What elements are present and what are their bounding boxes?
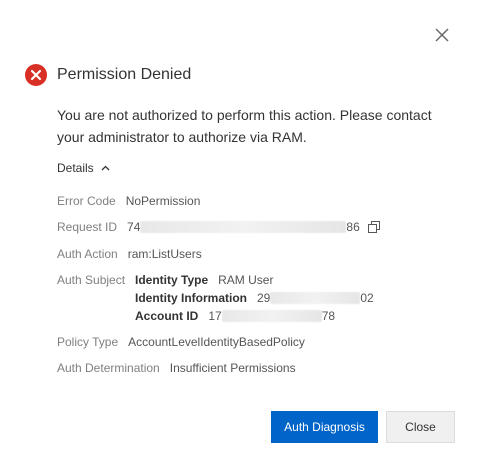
dialog-message: You are not authorized to perform this a… (57, 107, 432, 145)
policy-type-row: Policy Type AccountLevelIdentityBasedPol… (57, 333, 305, 351)
identity-information-redacted (270, 292, 361, 304)
policy-type-label: Policy Type (57, 335, 119, 349)
request-id-redacted (140, 221, 347, 233)
close-icon[interactable] (433, 26, 451, 44)
auth-diagnosis-button[interactable]: Auth Diagnosis (271, 411, 378, 443)
copy-icon[interactable] (367, 221, 380, 233)
identity-type-row: Identity Type RAM User (135, 271, 273, 289)
auth-determination-row: Auth Determination Insufficient Permissi… (57, 359, 296, 377)
error-icon (25, 64, 47, 86)
account-id-prefix: 17 (208, 309, 222, 323)
error-code-value: NoPermission (125, 194, 201, 208)
auth-determination-value: Insufficient Permissions (169, 361, 296, 375)
auth-subject-row: Auth Subject (57, 271, 135, 289)
details-toggle[interactable]: Details (57, 161, 110, 175)
auth-subject-label: Auth Subject (57, 273, 126, 287)
request-id-label: Request ID (57, 220, 118, 234)
auth-action-value: ram:ListUsers (127, 247, 202, 261)
auth-action-label: Auth Action (57, 247, 118, 261)
close-button[interactable]: Close (386, 411, 455, 443)
dialog-header: Permission Denied (25, 64, 191, 86)
dialog-title: Permission Denied (57, 66, 192, 83)
request-id-prefix: 74 (127, 220, 141, 234)
details-label: Details (57, 161, 94, 175)
account-id-suffix: 78 (321, 309, 336, 323)
account-id-label: Account ID (135, 309, 199, 323)
error-code-row: Error Code NoPermission (57, 192, 200, 210)
chevron-up-icon (101, 165, 110, 171)
identity-information-label: Identity Information (135, 291, 247, 305)
identity-information-row: Identity Information 29 02 (135, 289, 374, 307)
request-id-suffix: 86 (346, 220, 360, 234)
auth-determination-label: Auth Determination (57, 361, 160, 375)
permission-denied-dialog: Permission Denied You are not authorized… (0, 0, 477, 466)
identity-information-prefix: 29 (257, 291, 271, 305)
error-code-label: Error Code (57, 194, 116, 208)
identity-type-value: RAM User (218, 273, 274, 287)
account-id-redacted (221, 310, 322, 322)
policy-type-value: AccountLevelIdentityBasedPolicy (128, 335, 305, 349)
identity-type-label: Identity Type (135, 273, 209, 287)
identity-information-suffix: 02 (360, 291, 374, 305)
account-id-row: Account ID 17 78 (135, 307, 335, 325)
auth-action-row: Auth Action ram:ListUsers (57, 245, 202, 263)
request-id-row: Request ID 74 86 (57, 218, 380, 236)
